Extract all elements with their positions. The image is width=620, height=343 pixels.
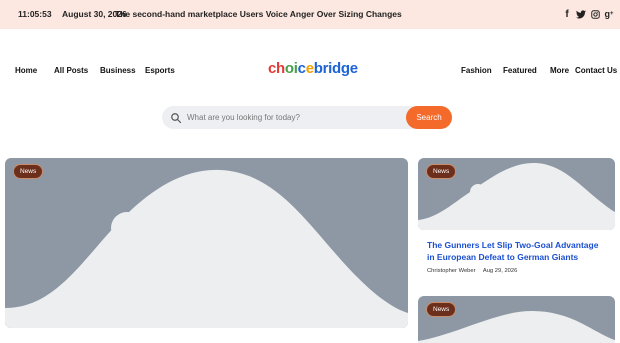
article-date: Aug 29, 2026 [482, 268, 518, 274]
main-card-image[interactable]: News [5, 158, 408, 328]
nav-more[interactable]: More [550, 66, 569, 75]
nav-contact-us[interactable]: Contact Us [575, 66, 617, 75]
search-bar: Search [162, 106, 452, 129]
logo-letter: c [268, 60, 277, 77]
twitter-icon[interactable] [575, 7, 587, 21]
google-plus-icon[interactable]: g + [603, 7, 615, 21]
logo-letter: o [284, 60, 294, 77]
article-meta: Christopher Weber Aug 29, 2026 [427, 268, 523, 274]
category-badge[interactable]: News [426, 164, 457, 179]
facebook-icon[interactable]: f [561, 7, 573, 21]
article-author[interactable]: Christopher Weber [427, 268, 476, 274]
nav-business[interactable]: Business [100, 66, 136, 75]
nav-fashion[interactable]: Fashion [461, 66, 492, 75]
nav-all-posts[interactable]: All Posts [54, 66, 88, 75]
nav-esports[interactable]: Esports [145, 66, 175, 75]
category-badge[interactable]: News [13, 164, 44, 179]
article-headline[interactable]: The Gunners Let Slip Two-Goal Advantage … [427, 239, 607, 263]
search-icon [171, 113, 182, 124]
nav-featured[interactable]: Featured [503, 66, 537, 75]
nav-home[interactable]: Home [15, 66, 37, 75]
instagram-icon[interactable] [589, 7, 601, 21]
side-card-image[interactable]: News [418, 296, 615, 343]
news-ticker[interactable]: The second-hand marketplace Users Voice … [115, 9, 402, 19]
search-input[interactable] [187, 106, 402, 129]
logo-letter: h [276, 60, 285, 77]
logo-letter: e [305, 60, 314, 77]
logo-text-part2: bridge [313, 60, 358, 77]
top-bar: 11:05:53 August 30, 2026 The second-hand… [0, 0, 620, 29]
search-button[interactable]: Search [406, 106, 452, 129]
current-time: 11:05:53 [18, 9, 52, 19]
site-logo[interactable]: choicebridge [268, 60, 358, 77]
side-card-image[interactable]: News [418, 158, 615, 230]
image-placeholder-icon [5, 169, 408, 328]
category-badge[interactable]: News [426, 302, 457, 317]
logo-letter: c [297, 60, 306, 77]
